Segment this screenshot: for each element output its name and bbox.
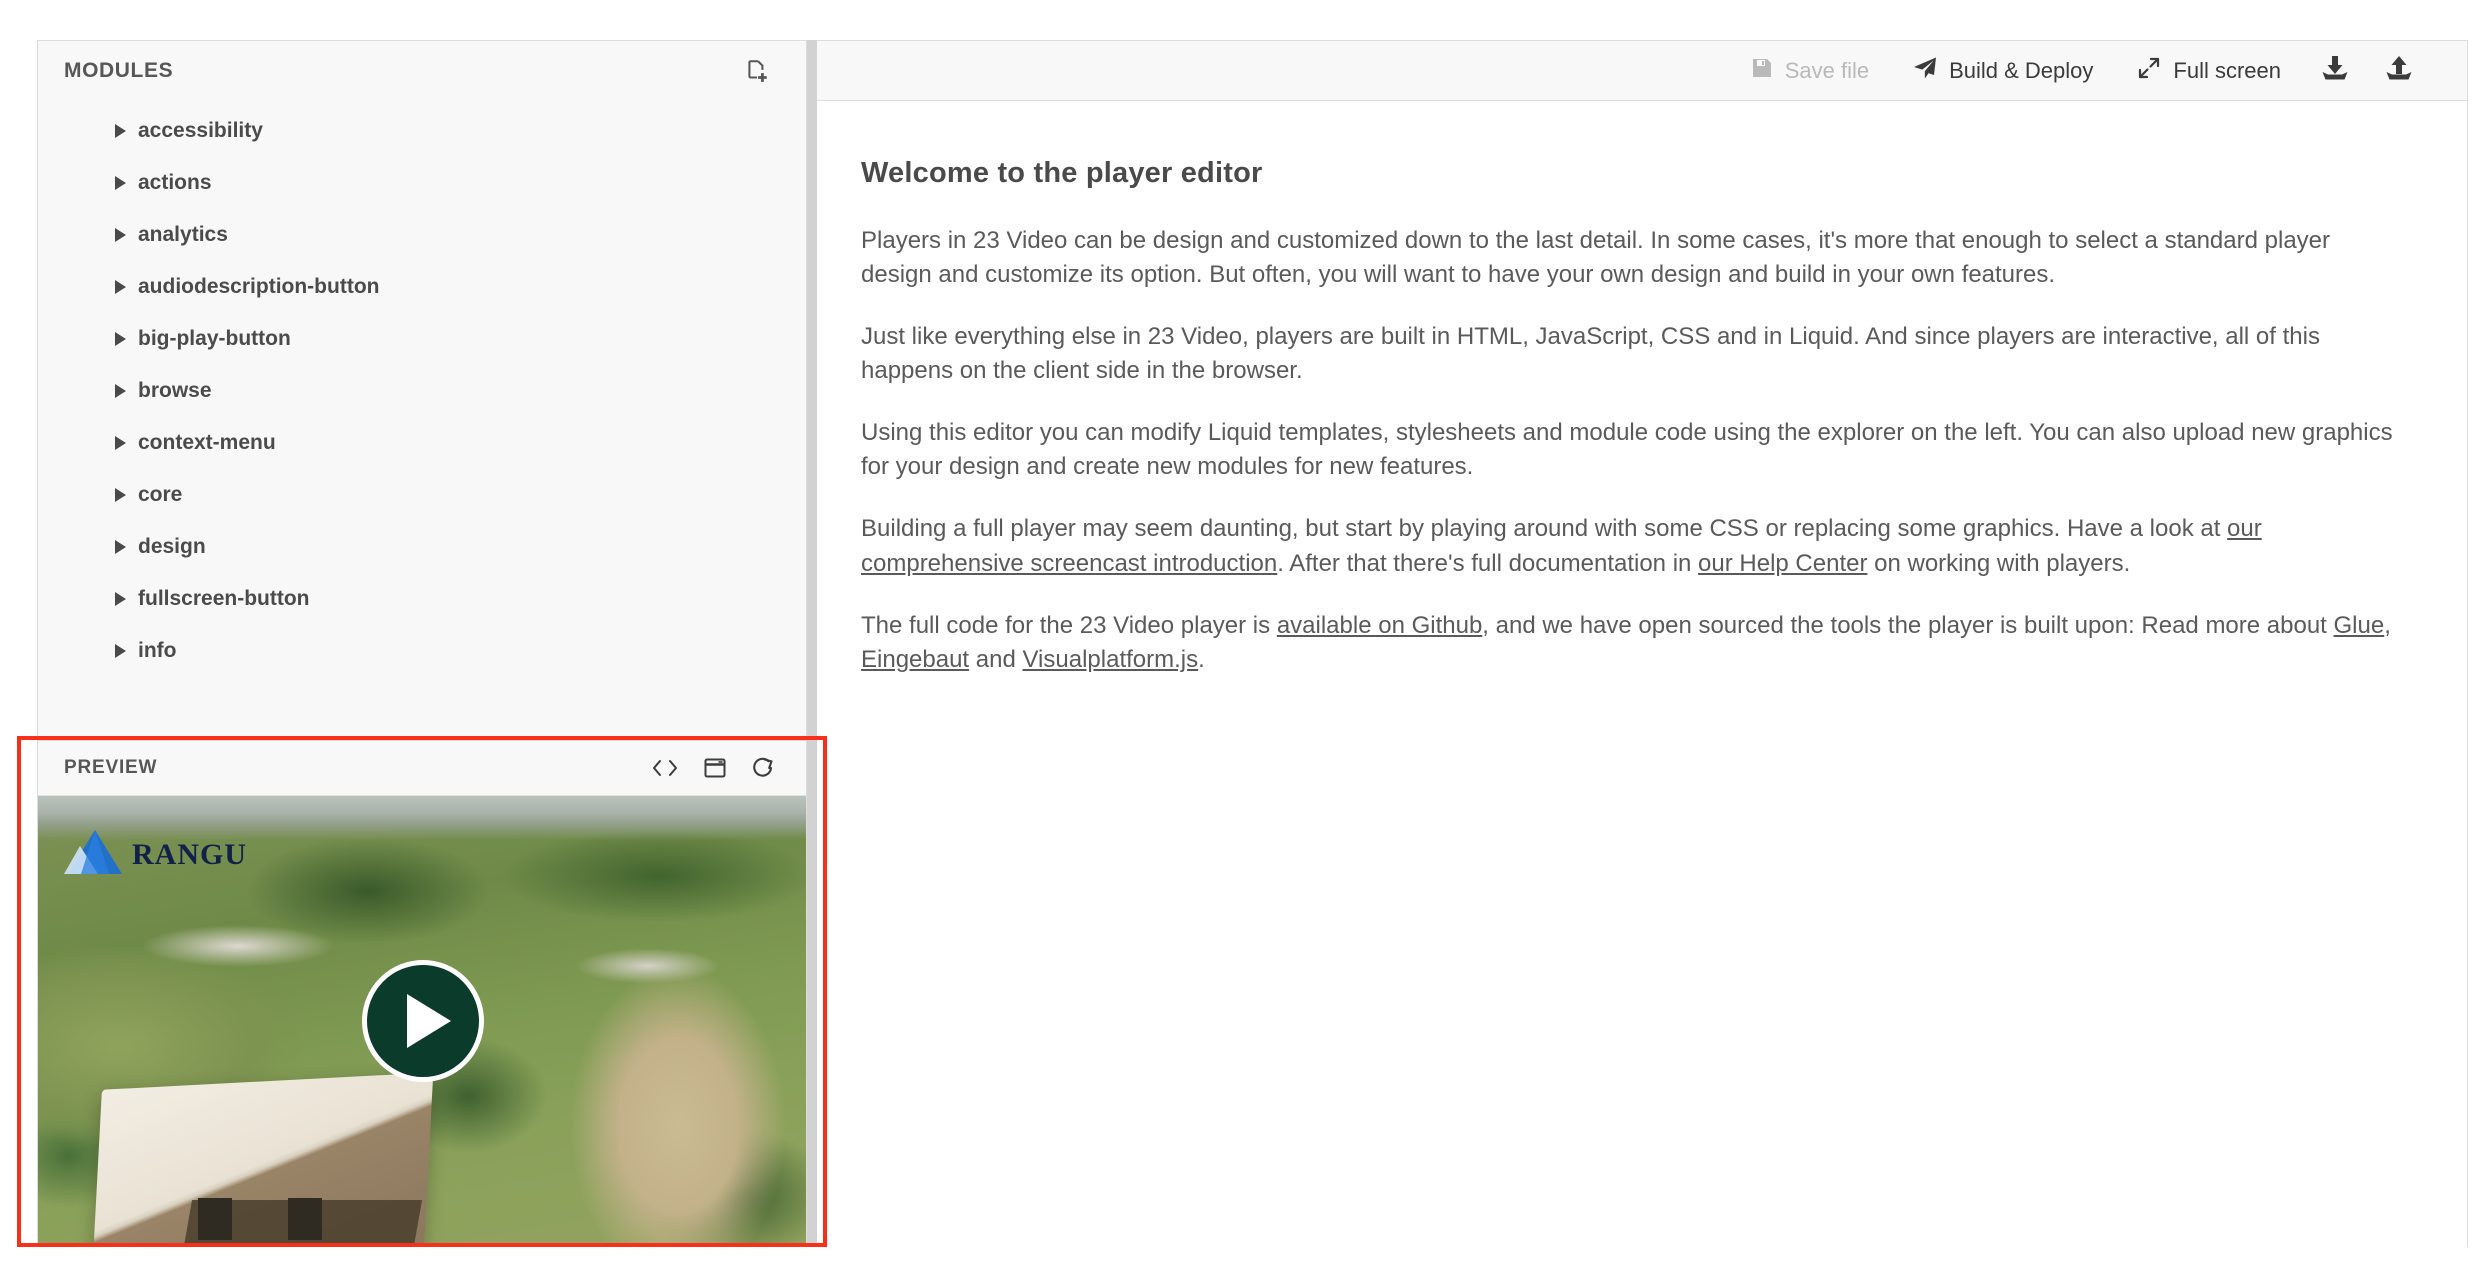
chevron-right-icon	[112, 435, 128, 451]
page-title: MODULES	[64, 59, 174, 82]
save-file-button[interactable]: Save file	[1729, 49, 1891, 93]
module-item-label: actions	[138, 171, 212, 194]
module-item-label: analytics	[138, 223, 228, 246]
help-center-link[interactable]: our Help Center	[1698, 550, 1867, 577]
preview-title: PREVIEW	[64, 757, 158, 778]
chevron-right-icon	[112, 175, 128, 191]
full-screen-button[interactable]: Full screen	[2115, 49, 2303, 93]
editor-main-panel: Save file Build & Deploy Full screen Wel…	[817, 40, 2468, 1247]
module-item-label: info	[138, 639, 177, 662]
module-item-core[interactable]: core	[38, 469, 806, 521]
module-item-label: context-menu	[138, 431, 276, 454]
paragraph-5-text-c: ,	[2384, 611, 2391, 639]
module-item-browse[interactable]: browse	[38, 365, 806, 417]
view-source-icon[interactable]	[652, 758, 678, 778]
download-button[interactable]	[2303, 49, 2367, 93]
paragraph-4-text-c: on working with players.	[1867, 549, 2131, 577]
full-screen-label: Full screen	[2173, 57, 2281, 83]
github-link[interactable]: available on Github	[1277, 612, 1482, 639]
module-item-big-play-button[interactable]: big-play-button	[38, 313, 806, 365]
new-file-plus-icon[interactable]	[740, 54, 774, 88]
module-list: accessibility actions analytics audiodes…	[38, 105, 806, 677]
module-item-label: design	[138, 535, 206, 558]
visualplatform-js-link[interactable]: Visualplatform.js	[1022, 646, 1198, 673]
player-watermark-logo: RANGU	[64, 828, 247, 881]
chevron-right-icon	[112, 643, 128, 659]
module-item-context-menu[interactable]: context-menu	[38, 417, 806, 469]
download-icon	[2321, 55, 2349, 87]
refresh-icon[interactable]	[752, 757, 774, 779]
chevron-right-icon	[112, 331, 128, 347]
paragraph-4-text-a: Building a full player may seem daunting…	[861, 515, 2228, 543]
document-paragraph-1: Players in 23 Video can be design and cu…	[861, 227, 2331, 289]
logo-text: RANGU	[132, 837, 247, 871]
module-item-label: accessibility	[138, 119, 263, 142]
eingebaut-link[interactable]: Eingebaut	[861, 646, 969, 673]
document-paragraph-3: Using this editor you can modify Liquid …	[861, 419, 2393, 481]
module-item-info[interactable]: info	[38, 625, 806, 677]
rangu-mountain-icon	[64, 828, 126, 881]
sidebar-header: MODULES	[38, 41, 806, 101]
panel-splitter[interactable]	[807, 40, 817, 1247]
preview-header: PREVIEW	[38, 741, 806, 796]
document-paragraph-4: Building a full player may seem daunting…	[861, 512, 2406, 580]
glue-link[interactable]: Glue	[2334, 612, 2385, 639]
barn-door	[198, 1198, 232, 1240]
build-and-deploy-label: Build & Deploy	[1949, 57, 2094, 83]
chevron-right-icon	[112, 123, 128, 139]
build-and-deploy-button[interactable]: Build & Deploy	[1891, 49, 2115, 93]
module-item-design[interactable]: design	[38, 521, 806, 573]
preview-pane: PREVIEW RANGU	[38, 740, 806, 1246]
video-player-preview[interactable]: RANGU	[38, 796, 806, 1246]
paragraph-5-text-b: , and we have open sourced the tools the…	[1482, 611, 2334, 639]
paper-plane-icon	[1913, 56, 1937, 86]
preview-actions	[652, 757, 774, 779]
chevron-right-icon	[112, 539, 128, 555]
chevron-right-icon	[112, 487, 128, 503]
module-item-audiodescription-button[interactable]: audiodescription-button	[38, 261, 806, 313]
module-item-label: browse	[138, 379, 212, 402]
modules-sidebar: MODULES accessibility actions analytics …	[37, 40, 807, 1247]
floppy-disk-icon	[1751, 57, 1773, 85]
expand-arrows-icon	[2137, 56, 2161, 86]
module-item-label: core	[138, 483, 183, 506]
upload-icon	[2385, 55, 2413, 87]
module-item-actions[interactable]: actions	[38, 157, 806, 209]
chevron-right-icon	[112, 279, 128, 295]
upload-button[interactable]	[2367, 49, 2431, 93]
welcome-document: Welcome to the player editor Players in …	[817, 101, 2467, 677]
save-file-label: Save file	[1784, 57, 1870, 83]
paragraph-4-text-b: . After that there's full documentation …	[1277, 549, 1699, 577]
module-item-label: audiodescription-button	[138, 275, 380, 298]
module-item-fullscreen-button[interactable]: fullscreen-button	[38, 573, 806, 625]
editor-toolbar: Save file Build & Deploy Full screen	[817, 41, 2467, 101]
chevron-right-icon	[112, 591, 128, 607]
module-item-label: big-play-button	[138, 327, 291, 350]
player-editor-app: MODULES accessibility actions analytics …	[0, 0, 2474, 1264]
paragraph-5-text-a: The full code for the 23 Video player is	[861, 611, 1277, 639]
module-item-analytics[interactable]: analytics	[38, 209, 806, 261]
paragraph-5-text-d: and	[969, 645, 1023, 673]
big-play-button[interactable]	[362, 960, 484, 1082]
barn-door	[288, 1198, 322, 1240]
document-heading: Welcome to the player editor	[861, 157, 1263, 189]
module-item-label: fullscreen-button	[138, 587, 310, 610]
chevron-right-icon	[112, 383, 128, 399]
chevron-right-icon	[112, 227, 128, 243]
document-paragraph-2: Just like everything else in 23 Video, p…	[861, 323, 2320, 385]
paragraph-5-text-e: .	[1198, 645, 1205, 673]
document-paragraph-5: The full code for the 23 Video player is…	[861, 609, 2406, 677]
module-item-accessibility[interactable]: accessibility	[38, 105, 806, 157]
popout-window-icon[interactable]	[704, 758, 726, 778]
play-triangle-icon	[407, 994, 451, 1048]
